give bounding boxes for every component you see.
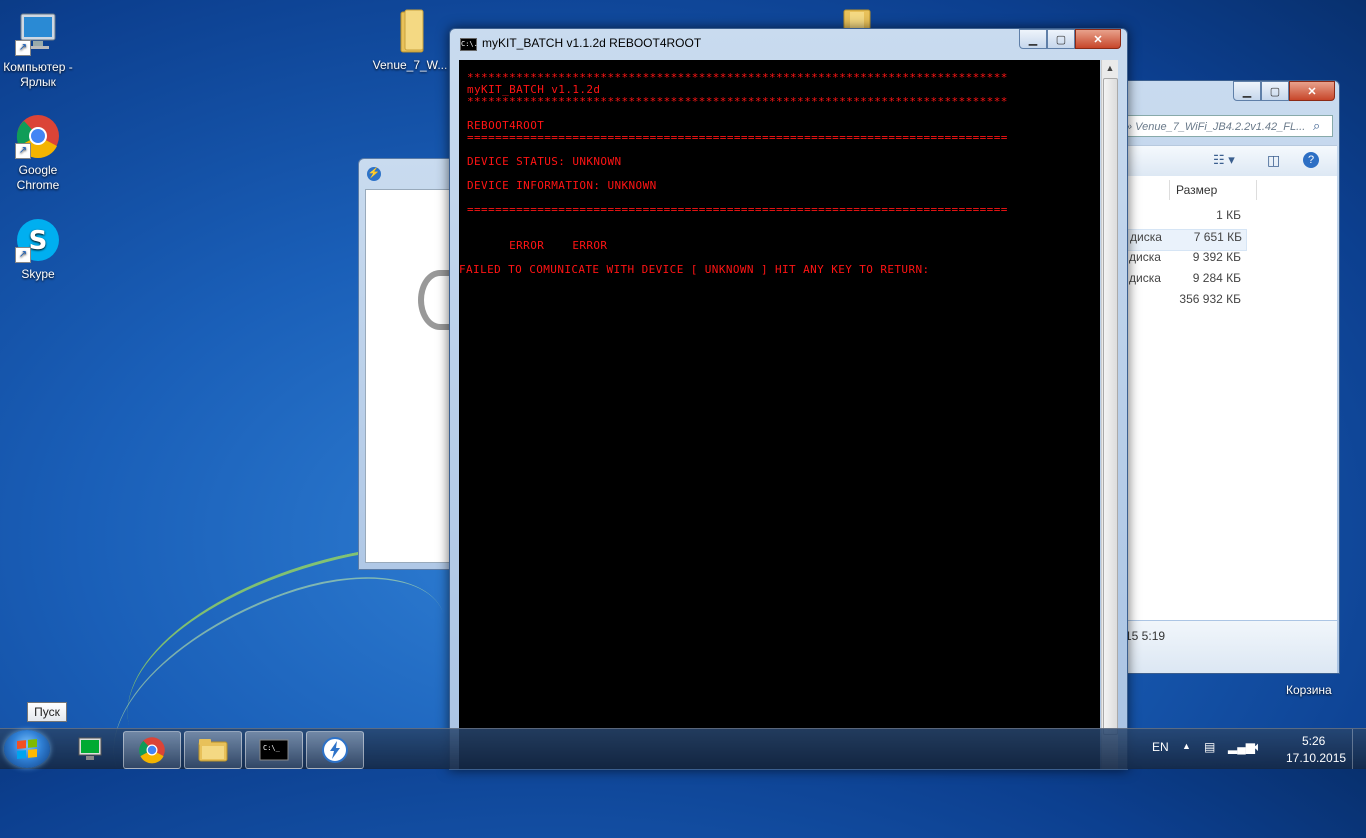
start-button[interactable] bbox=[4, 730, 50, 768]
address-bar[interactable]: » Venue_7_WiFi_JB4.2.2v1.42_FL... bbox=[1119, 115, 1333, 137]
show-desktop-button[interactable] bbox=[1352, 729, 1366, 769]
window-controls: ▁ ▢ ✕ bbox=[1233, 81, 1335, 101]
svg-text:C:\_: C:\_ bbox=[263, 744, 281, 752]
console-line-stars: ****************************************… bbox=[467, 95, 1008, 108]
shortcut-arrow-icon: ↗ bbox=[15, 143, 31, 159]
close-button[interactable]: ✕ bbox=[1075, 29, 1121, 49]
computer-icon: ↗ bbox=[15, 10, 61, 56]
start-tooltip: Пуск bbox=[27, 702, 67, 722]
cmd-icon: C:\. bbox=[460, 38, 478, 51]
cmd-icon: C:\_ bbox=[259, 739, 289, 761]
folder-icon bbox=[198, 739, 228, 762]
console-window[interactable]: C:\. myKIT_BATCH v1.1.2d REBOOT4ROOT ▁ ▢… bbox=[449, 28, 1128, 770]
file-size: 7 651 КБ bbox=[1193, 230, 1242, 244]
app-window-partial[interactable]: ⚡ bbox=[358, 158, 462, 570]
minimize-button[interactable]: ▁ bbox=[1233, 81, 1261, 101]
language-indicator[interactable]: EN bbox=[1152, 740, 1169, 754]
lightning-icon: ⚡ bbox=[367, 167, 381, 181]
table-row[interactable]: 356 932 КБ bbox=[1119, 292, 1245, 312]
clock-time[interactable]: 5:26 bbox=[1302, 734, 1325, 748]
details-time: 15 5:19 bbox=[1125, 629, 1166, 643]
column-header-size[interactable]: Размер bbox=[1169, 180, 1257, 200]
table-row[interactable]: диска 7 651 КБ bbox=[1119, 229, 1247, 251]
table-row[interactable]: 1 КБ bbox=[1119, 208, 1245, 228]
volume-icon[interactable]: 🔈︎ bbox=[1254, 739, 1262, 755]
network-signal-icon[interactable]: ▂▄▆ bbox=[1228, 740, 1255, 754]
preview-pane-icon[interactable]: ◫ bbox=[1267, 152, 1280, 169]
show-hidden-icons-icon[interactable]: ▲ bbox=[1182, 741, 1191, 751]
search-icon[interactable]: ⌕ bbox=[1313, 118, 1320, 134]
desktop-icon-computer[interactable]: ↗ Компьютер - Ярлык bbox=[0, 10, 76, 90]
details-pane: 15 5:19 bbox=[1119, 621, 1337, 673]
folder-icon bbox=[387, 8, 433, 54]
scroll-up-icon[interactable]: ▲ bbox=[1102, 60, 1118, 76]
system-monitor-icon bbox=[78, 737, 102, 760]
console-line-separator: ========================================… bbox=[467, 203, 1008, 216]
file-size: 9 392 КБ bbox=[1192, 250, 1241, 264]
file-size: 9 284 КБ bbox=[1192, 271, 1241, 285]
close-button[interactable]: ✕ bbox=[1289, 81, 1335, 101]
desktop-icon-skype[interactable]: S ↗ Skype bbox=[0, 217, 76, 282]
shortcut-arrow-icon: ↗ bbox=[15, 247, 31, 263]
device-icon[interactable]: ▤ bbox=[1204, 740, 1215, 754]
clock-date[interactable]: 17.10.2015 bbox=[1286, 751, 1346, 765]
svg-text:S: S bbox=[29, 226, 48, 256]
desktop-icon-label: Venue_7_W... bbox=[372, 58, 448, 72]
table-row[interactable]: диска 9 392 КБ bbox=[1119, 250, 1245, 270]
console-line-failed: FAILED TO COMUNICATE WITH DEVICE [ UNKNO… bbox=[459, 263, 930, 276]
minimize-button[interactable]: ▁ bbox=[1019, 29, 1047, 49]
taskbar: C:\_ EN ▲ ▤ ▂▄▆ 🔈︎ 5:26 17.10.2015 bbox=[0, 728, 1366, 769]
skype-icon: S ↗ bbox=[15, 217, 61, 263]
chrome-icon bbox=[139, 737, 165, 764]
taskbar-app-lightning[interactable] bbox=[306, 731, 364, 769]
recycle-bin-label[interactable]: Корзина bbox=[1286, 683, 1332, 697]
console-line-error: ERROR ERROR bbox=[467, 239, 608, 252]
taskbar-app-chrome[interactable] bbox=[123, 731, 181, 769]
desktop-icon-chrome[interactable]: ↗ Google Chrome bbox=[0, 113, 76, 193]
vertical-scrollbar[interactable]: ▲ bbox=[1101, 60, 1118, 769]
maximize-button[interactable]: ▢ bbox=[1261, 81, 1289, 101]
chrome-icon: ↗ bbox=[15, 113, 61, 159]
shortcut-arrow-icon: ↗ bbox=[15, 40, 31, 56]
console-line-separator: ========================================… bbox=[467, 131, 1008, 144]
maximize-button[interactable]: ▢ bbox=[1047, 29, 1075, 49]
console-titlebar[interactable]: C:\. myKIT_BATCH v1.1.2d REBOOT4ROOT ▁ ▢… bbox=[450, 29, 1127, 57]
console-line-status: DEVICE STATUS: UNKNOWN bbox=[467, 155, 622, 168]
explorer-window[interactable]: ▁ ▢ ✕ » Venue_7_WiFi_JB4.2.2v1.42_FL... … bbox=[1118, 80, 1340, 674]
taskbar-app-explorer[interactable] bbox=[184, 731, 242, 769]
explorer-toolbar: ☷ ▾ ◫ ? bbox=[1119, 145, 1337, 177]
taskbar-app-monitor[interactable] bbox=[62, 731, 118, 767]
taskbar-app-cmd[interactable]: C:\_ bbox=[245, 731, 303, 769]
desktop-icon-venue-folder[interactable]: Venue_7_W... bbox=[372, 8, 448, 73]
console-line-info: DEVICE INFORMATION: UNKNOWN bbox=[467, 179, 657, 192]
lightning-icon bbox=[322, 737, 348, 763]
desktop-icon-label: Компьютер - Ярлык bbox=[3, 60, 73, 89]
scrollbar-thumb[interactable] bbox=[1103, 78, 1118, 735]
help-icon[interactable]: ? bbox=[1303, 152, 1319, 168]
window-title: myKIT_BATCH v1.1.2d REBOOT4ROOT bbox=[482, 36, 702, 50]
app-window-content bbox=[365, 189, 462, 563]
file-list: Размер 1 КБ диска 7 651 КБ диска 9 392 КБ … bbox=[1119, 176, 1337, 620]
windows-logo-icon bbox=[17, 738, 37, 760]
desktop-icon-label: Google Chrome bbox=[16, 163, 60, 192]
table-row[interactable]: диска 9 284 КБ bbox=[1119, 271, 1245, 291]
console-screen[interactable]: ****************************************… bbox=[459, 60, 1100, 769]
window-controls: ▁ ▢ ✕ bbox=[1019, 29, 1121, 49]
view-options-icon[interactable]: ☷ ▾ bbox=[1213, 152, 1235, 168]
desktop-icon-label: Skype bbox=[21, 267, 55, 281]
file-size: 356 932 КБ bbox=[1179, 292, 1241, 306]
file-size: 1 КБ bbox=[1216, 208, 1241, 222]
